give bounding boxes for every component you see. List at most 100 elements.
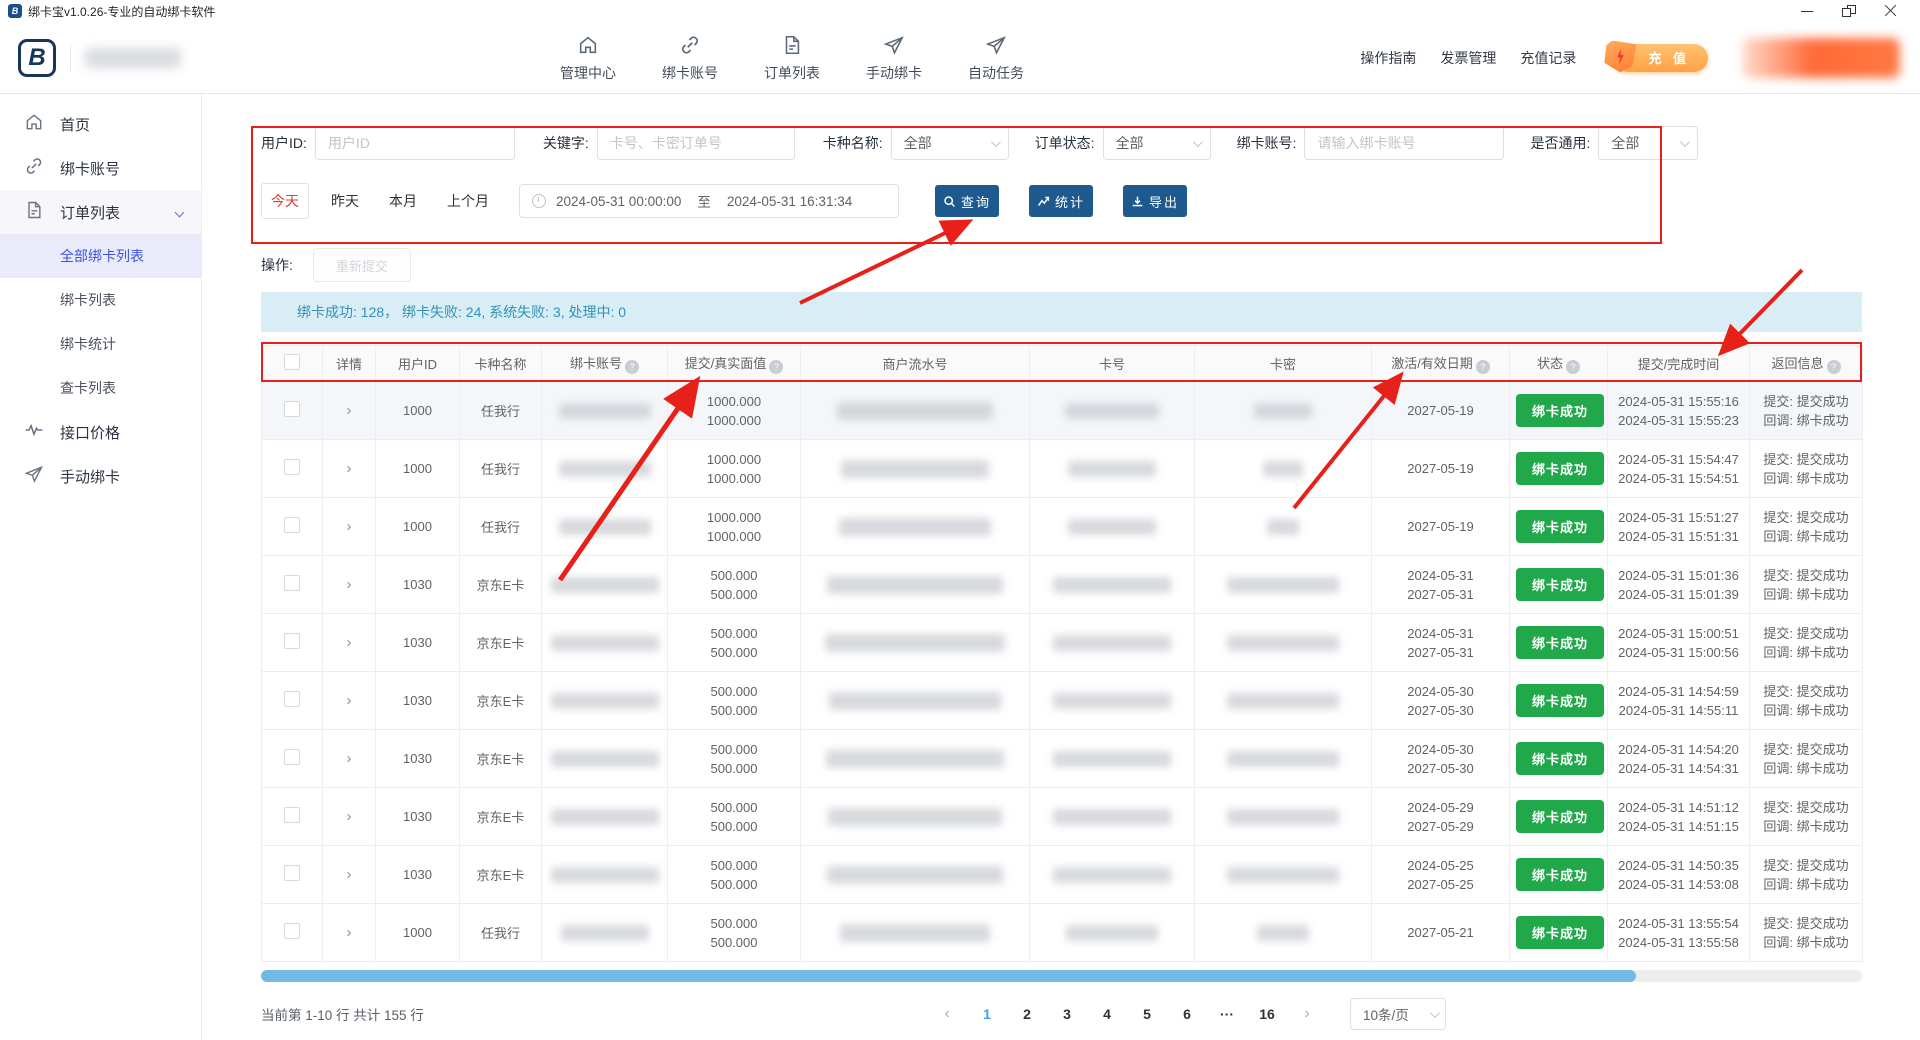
link-invoice-management[interactable]: 发票管理 — [1440, 48, 1496, 68]
cell-dates: 2024-05-252027-05-25 — [1372, 846, 1510, 904]
expand-row-icon[interactable]: › — [347, 518, 352, 535]
sidebar-item-label: 首页 — [60, 114, 90, 135]
help-icon[interactable]: ? — [1827, 360, 1841, 374]
help-icon[interactable]: ? — [625, 360, 639, 374]
link-recharge-records[interactable]: 充值记录 — [1520, 48, 1576, 68]
blurred-card-password — [1227, 693, 1339, 709]
row-checkbox[interactable] — [284, 633, 300, 649]
quick-date-last-month[interactable]: 上个月 — [447, 191, 489, 211]
pager-page-1[interactable]: 1 — [972, 999, 1002, 1029]
pager-page-3[interactable]: 3 — [1052, 999, 1082, 1029]
document-icon — [24, 200, 44, 224]
page-size-select[interactable]: 10条/页 — [1350, 998, 1446, 1030]
column-label: 卡号 — [1099, 357, 1125, 372]
expand-row-icon[interactable]: › — [347, 866, 352, 883]
sidebar-subitem-6[interactable]: 查卡列表 — [0, 366, 201, 410]
pager-prev-icon[interactable]: ‹ — [932, 999, 962, 1029]
nav-item-1[interactable]: 绑卡账号 — [662, 34, 718, 83]
close-icon[interactable] — [1884, 5, 1898, 17]
help-icon[interactable]: ? — [769, 360, 783, 374]
row-checkbox[interactable] — [284, 517, 300, 533]
card-type-select[interactable]: 全部 — [891, 126, 1009, 160]
recharge-button[interactable]: 充 值 — [1614, 44, 1708, 72]
pager-page-4[interactable]: 4 — [1092, 999, 1122, 1029]
quick-date-this-month[interactable]: 本月 — [389, 191, 417, 211]
expand-row-icon[interactable]: › — [347, 808, 352, 825]
sidebar-item-0[interactable]: 首页 — [0, 102, 201, 146]
expand-row-icon[interactable]: › — [347, 750, 352, 767]
cell-times: 2024-05-31 15:01:362024-05-31 15:01:39 — [1608, 556, 1750, 614]
row-checkbox[interactable] — [284, 807, 300, 823]
link-operation-guide[interactable]: 操作指南 — [1360, 48, 1416, 68]
nav-item-0[interactable]: 管理中心 — [560, 34, 616, 83]
nav-item-label: 订单列表 — [764, 63, 820, 83]
cell-times: 2024-05-31 15:00:512024-05-31 15:00:56 — [1608, 614, 1750, 672]
row-checkbox[interactable] — [284, 401, 300, 417]
cell-face-value: 500.000500.000 — [668, 846, 801, 904]
nav-item-2[interactable]: 订单列表 — [764, 34, 820, 83]
sidebar-item-label: 订单列表 — [60, 202, 120, 223]
expand-row-icon[interactable]: › — [347, 924, 352, 941]
row-checkbox[interactable] — [284, 575, 300, 591]
row-checkbox[interactable] — [284, 749, 300, 765]
document-icon — [781, 34, 803, 59]
sidebar-item-8[interactable]: 手动绑卡 — [0, 454, 201, 498]
select-all-checkbox[interactable] — [284, 354, 300, 370]
expand-row-icon[interactable]: › — [347, 460, 352, 477]
cell-dates: 2027-05-19 — [1372, 498, 1510, 556]
cell-card-type: 京东E卡 — [460, 556, 542, 614]
cell-dates: 2024-05-312027-05-31 — [1372, 614, 1510, 672]
quick-date-yesterday[interactable]: 昨天 — [331, 191, 359, 211]
expand-row-icon[interactable]: › — [347, 402, 352, 419]
help-icon[interactable]: ? — [1566, 360, 1580, 374]
lightning-icon — [1604, 41, 1636, 73]
nav-item-4[interactable]: 自动任务 — [968, 34, 1024, 83]
universal-select[interactable]: 全部 — [1598, 126, 1698, 160]
quick-date-today[interactable]: 今天 — [261, 183, 309, 219]
scrollbar-thumb[interactable] — [261, 970, 1636, 982]
expand-row-icon[interactable]: › — [347, 634, 352, 651]
expand-row-icon[interactable]: › — [347, 692, 352, 709]
status-badge: 绑卡成功 — [1516, 858, 1604, 891]
row-checkbox[interactable] — [284, 923, 300, 939]
cell-dates: 2024-05-302027-05-30 — [1372, 730, 1510, 788]
keyword-input[interactable] — [597, 126, 795, 160]
blurred-account-button — [1742, 38, 1900, 78]
resubmit-button[interactable]: 重新提交 — [313, 248, 411, 282]
cell-result: 提交: 提交成功回调: 绑卡成功 — [1750, 788, 1863, 846]
user-id-input[interactable] — [315, 126, 515, 160]
row-checkbox[interactable] — [284, 459, 300, 475]
table-row: ›1030京东E卡500.000500.0002024-05-252027-05… — [262, 846, 1863, 904]
bind-account-input[interactable] — [1304, 126, 1504, 160]
restore-icon[interactable] — [1842, 5, 1856, 17]
order-status-select[interactable]: 全部 — [1103, 126, 1211, 160]
row-checkbox[interactable] — [284, 691, 300, 707]
cell-face-value: 1000.0001000.000 — [668, 498, 801, 556]
expand-row-icon[interactable]: › — [347, 576, 352, 593]
sidebar-item-2[interactable]: 订单列表 — [0, 190, 201, 234]
operation-label: 操作: — [261, 255, 293, 275]
help-icon[interactable]: ? — [1476, 360, 1490, 374]
pager-next-icon[interactable]: › — [1292, 999, 1322, 1029]
status-badge: 绑卡成功 — [1516, 916, 1604, 949]
search-button[interactable]: 查询 — [935, 185, 999, 217]
horizontal-scrollbar — [261, 970, 1862, 982]
pager-page-16[interactable]: 16 — [1252, 999, 1282, 1029]
sidebar-subitem-3[interactable]: 全部绑卡列表 — [0, 234, 201, 278]
page-size-value: 10条/页 — [1363, 1004, 1409, 1024]
nav-item-3[interactable]: 手动绑卡 — [866, 34, 922, 83]
pager-page-2[interactable]: 2 — [1012, 999, 1042, 1029]
pager-page-5[interactable]: 5 — [1132, 999, 1162, 1029]
top-nav: 管理中心绑卡账号订单列表 手动绑卡自动任务 — [560, 22, 1024, 94]
sidebar-item-7[interactable]: 接口价格 — [0, 410, 201, 454]
date-range-input[interactable]: 2024-05-31 00:00:00 至 2024-05-31 16:31:3… — [519, 184, 899, 218]
minimize-icon[interactable] — [1800, 5, 1814, 17]
row-checkbox[interactable] — [284, 865, 300, 881]
export-button[interactable]: 导出 — [1123, 185, 1187, 217]
pager-page-6[interactable]: 6 — [1172, 999, 1202, 1029]
sidebar-item-1[interactable]: 绑卡账号 — [0, 146, 201, 190]
sidebar-subitem-4[interactable]: 绑卡列表 — [0, 278, 201, 322]
statistics-button[interactable]: 统计 — [1029, 185, 1093, 217]
sidebar-subitem-label: 绑卡列表 — [60, 290, 116, 310]
sidebar-subitem-5[interactable]: 绑卡统计 — [0, 322, 201, 366]
